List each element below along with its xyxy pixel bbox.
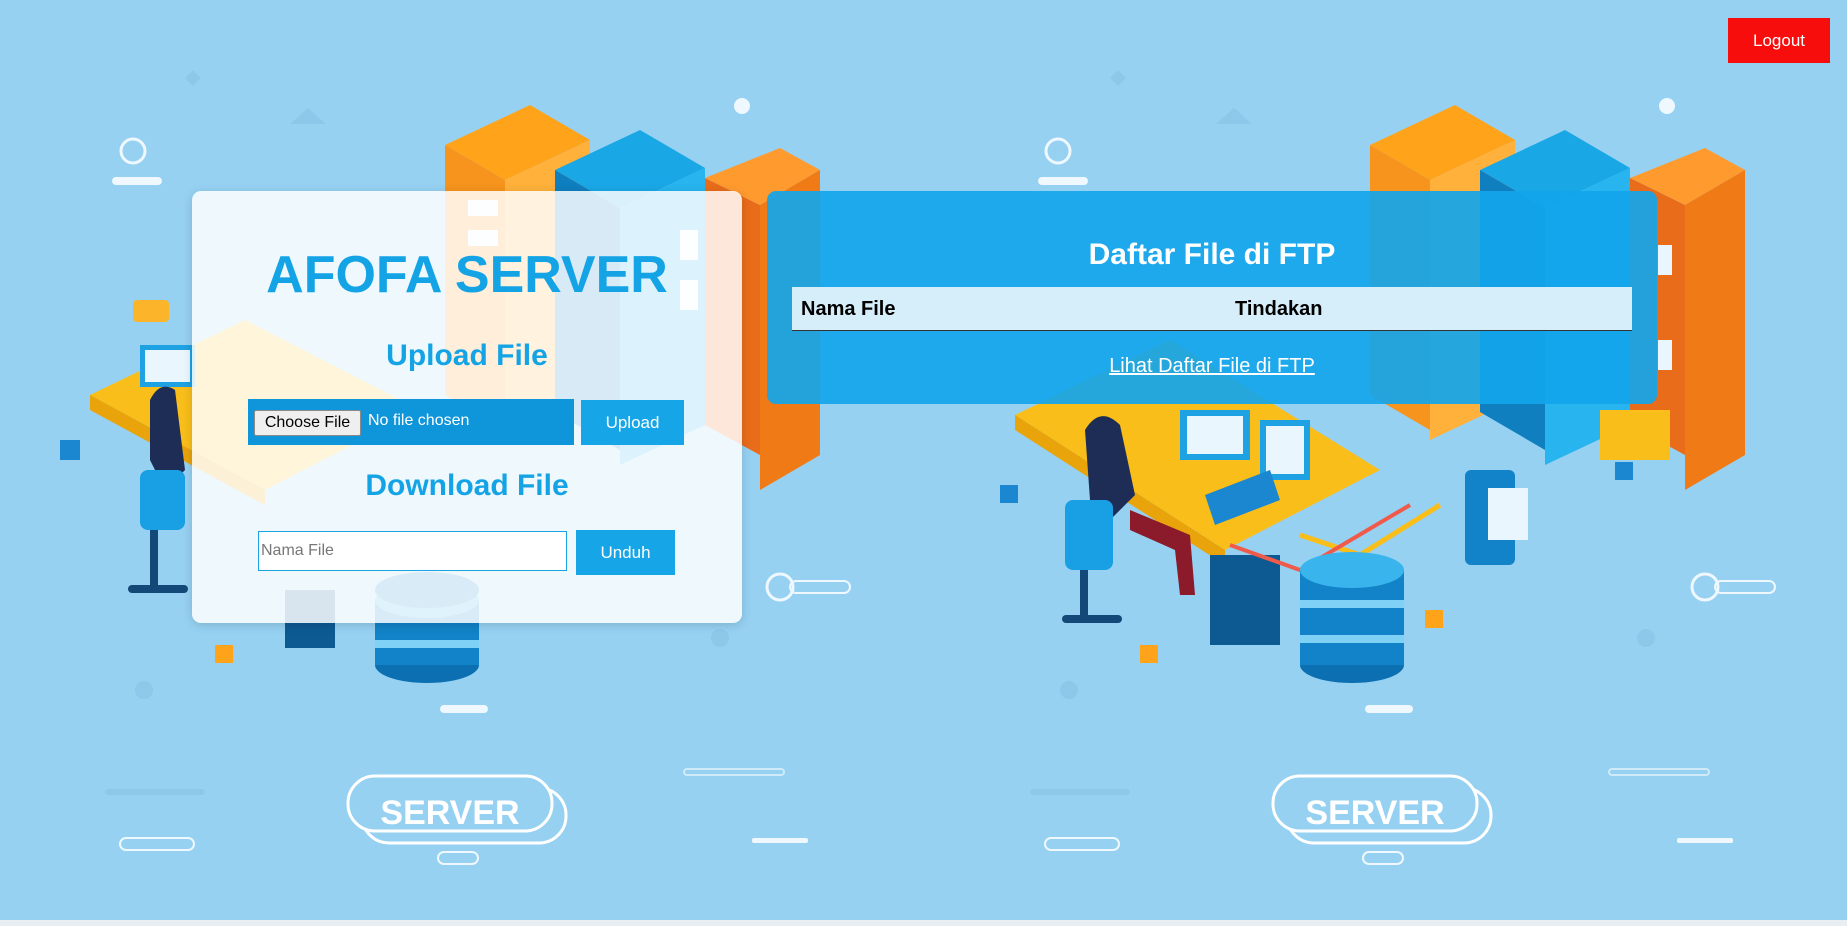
server-sign-left: SERVER [380, 794, 519, 832]
column-header-file-name: Nama File [801, 298, 896, 320]
file-status-text: No file chosen [368, 412, 470, 429]
filename-input[interactable] [258, 531, 567, 571]
server-sign-right: SERVER [1305, 794, 1444, 832]
logout-button[interactable]: Logout [1728, 18, 1830, 63]
app-title: AFOFA SERVER [266, 246, 668, 304]
upload-section-title: Upload File [386, 339, 548, 372]
choose-file-button[interactable]: Choose File [254, 410, 361, 436]
file-table-header: Nama File Tindakan [792, 287, 1632, 331]
bottom-edge [0, 920, 1847, 926]
download-section-title: Download File [365, 469, 569, 502]
column-header-action: Tindakan [1235, 298, 1323, 320]
upload-download-panel: AFOFA SERVER Upload File Choose File No … [192, 191, 742, 623]
upload-button[interactable]: Upload [581, 400, 684, 445]
file-input[interactable]: Choose File No file chosen [248, 399, 574, 445]
file-list-title: Daftar File di FTP [1088, 238, 1336, 271]
file-list-panel: Daftar File di FTP Nama File Tindakan Li… [767, 191, 1657, 404]
view-file-list-link[interactable]: Lihat Daftar File di FTP [767, 355, 1657, 378]
download-button[interactable]: Unduh [576, 530, 675, 575]
